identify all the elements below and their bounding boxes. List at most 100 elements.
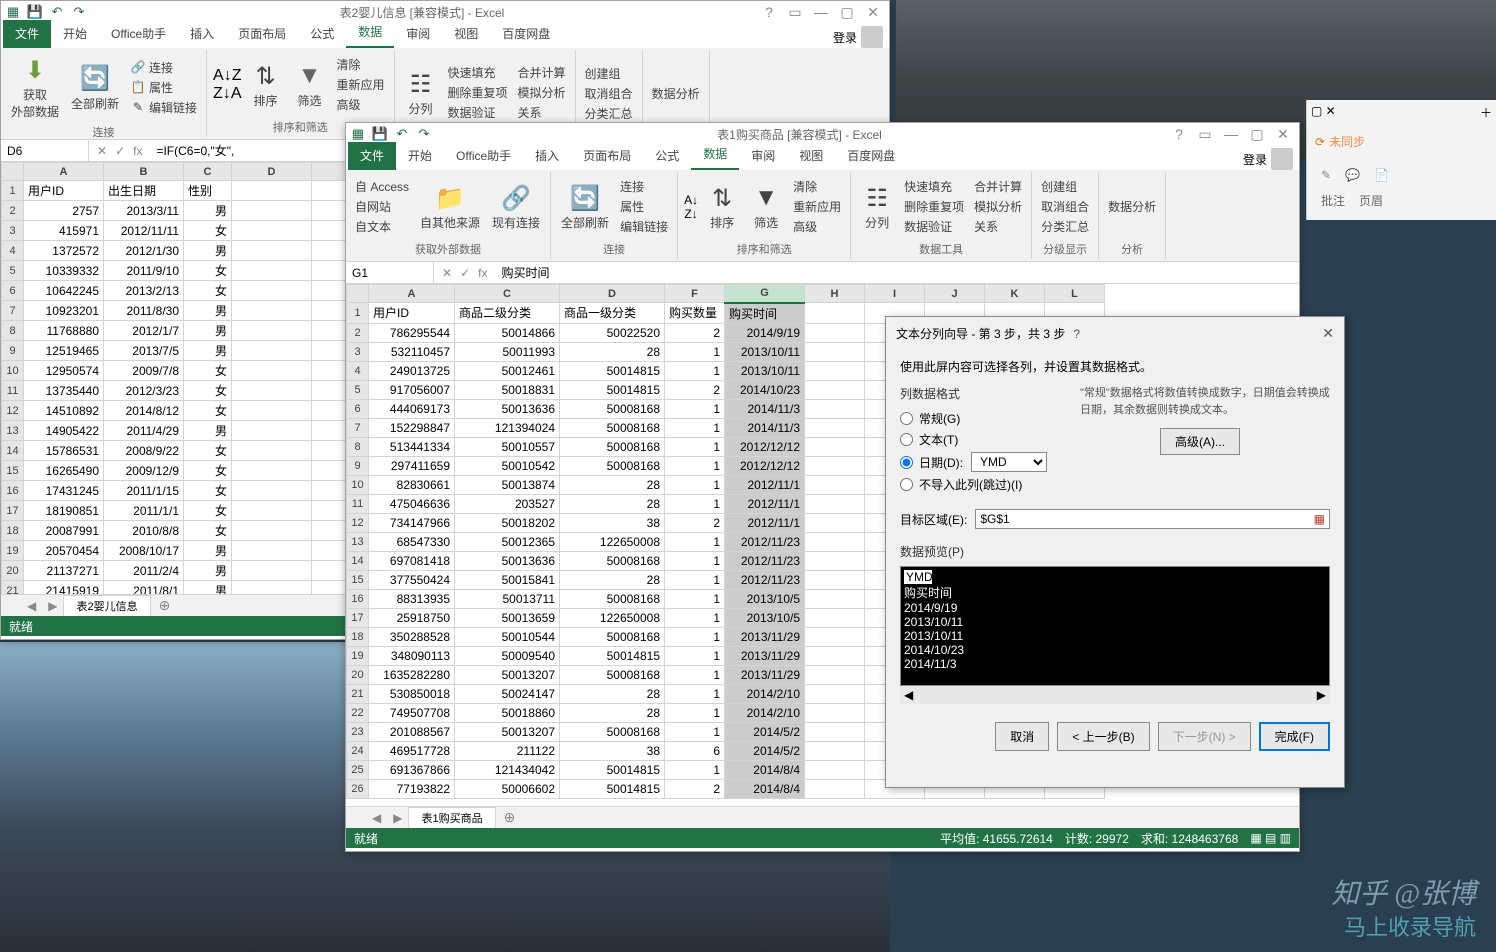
sort-za-icon[interactable]: Z↓	[684, 207, 697, 221]
finish-button[interactable]: 完成(F)	[1259, 722, 1330, 751]
data-validation-button[interactable]: 数据验证	[445, 103, 511, 123]
view-icons[interactable]: ▦ ▤ ▥	[1250, 831, 1291, 845]
consolidate-button[interactable]: 合并计算	[515, 63, 569, 83]
from-text-button[interactable]: 自文本	[352, 217, 412, 237]
advanced-button[interactable]: 高级	[790, 217, 844, 237]
maximize-icon[interactable]: ▢	[1245, 124, 1269, 144]
group-button[interactable]: 创建组	[1038, 177, 1092, 197]
nav-next-icon[interactable]: ▶	[387, 811, 408, 825]
sheet-tab[interactable]: 表2婴儿信息	[63, 595, 150, 616]
tab-baidu[interactable]: 百度网盘	[835, 142, 907, 170]
data-analysis-button[interactable]: 数据分析	[649, 84, 703, 104]
scroll-left-icon[interactable]: ◀	[904, 688, 913, 702]
close-icon[interactable]: ✕	[1322, 325, 1334, 342]
refresh-all-button[interactable]: 🔄全部刷新	[67, 61, 123, 114]
tab-start[interactable]: 开始	[396, 142, 444, 170]
advanced-button[interactable]: 高级	[334, 95, 388, 115]
add-tab-icon[interactable]: ＋	[1480, 104, 1492, 121]
login-link[interactable]: 登录	[1243, 151, 1267, 168]
fx-icon[interactable]: fx	[478, 266, 487, 280]
clear-button[interactable]: 清除	[334, 55, 388, 75]
maximize-icon[interactable]: ▢	[835, 2, 859, 22]
group-button[interactable]: 创建组	[582, 64, 636, 84]
tab-insert[interactable]: 插入	[178, 20, 226, 48]
subtotal-button[interactable]: 分类汇总	[1038, 217, 1092, 237]
add-sheet-icon[interactable]: ⊕	[496, 807, 524, 828]
avatar-icon[interactable]	[861, 26, 883, 48]
remove-duplicates-button[interactable]: 删除重复项	[445, 83, 511, 103]
tab-office[interactable]: Office助手	[444, 142, 523, 170]
properties-button[interactable]: 属性	[617, 197, 671, 217]
connections-button[interactable]: 连接	[617, 177, 671, 197]
minimize-icon[interactable]: —	[1219, 124, 1243, 144]
close-icon[interactable]: ✕	[1271, 124, 1295, 144]
consolidate-button[interactable]: 合并计算	[971, 177, 1025, 197]
nav-next-icon[interactable]: ▶	[42, 599, 63, 613]
tab-data[interactable]: 数据	[346, 18, 394, 48]
undo-icon[interactable]: ↶	[394, 126, 410, 142]
sheet-tab[interactable]: 表1购买商品	[408, 807, 495, 828]
target-input[interactable]: $G$1▦	[975, 509, 1330, 529]
cancel-button[interactable]: 取消	[995, 722, 1049, 751]
relationships-button[interactable]: 关系	[971, 217, 1025, 237]
fx-accept-icon[interactable]: ✓	[460, 266, 470, 280]
sort-az-icon[interactable]: A↓Z	[213, 67, 241, 85]
save-icon[interactable]: 💾	[372, 126, 388, 142]
flash-fill-button[interactable]: 快速填充	[901, 177, 967, 197]
range-picker-icon[interactable]: ▦	[1314, 512, 1325, 526]
relationships-button[interactable]: 关系	[515, 103, 569, 123]
radio-date[interactable]	[900, 456, 913, 469]
tab-office[interactable]: Office助手	[99, 20, 178, 48]
properties-button[interactable]: 📋属性	[127, 77, 200, 97]
close-icon[interactable]: ✕	[861, 2, 885, 22]
ribbon-toggle-icon[interactable]: ▭	[1193, 124, 1217, 144]
radio-general[interactable]	[900, 412, 913, 425]
tab-icon[interactable]: ▢ ✕	[1311, 104, 1336, 121]
login-link[interactable]: 登录	[833, 29, 857, 46]
help-icon[interactable]: ?	[757, 2, 781, 22]
avatar-icon[interactable]	[1271, 148, 1293, 170]
whatif-button[interactable]: 模拟分析	[971, 197, 1025, 217]
redo-icon[interactable]: ↷	[416, 126, 432, 142]
comment-icon[interactable]: 💬	[1345, 168, 1360, 182]
sort-az-icon[interactable]: A↓	[684, 193, 698, 207]
add-sheet-icon[interactable]: ⊕	[151, 595, 179, 616]
radio-skip[interactable]	[900, 478, 913, 491]
whatif-button[interactable]: 模拟分析	[515, 83, 569, 103]
tab-insert[interactable]: 插入	[523, 142, 571, 170]
nav-prev-icon[interactable]: ◀	[21, 599, 42, 613]
tab-view[interactable]: 视图	[787, 142, 835, 170]
flash-fill-button[interactable]: 快速填充	[445, 63, 511, 83]
ungroup-button[interactable]: 取消组合	[582, 84, 636, 104]
tab-review[interactable]: 审阅	[394, 20, 442, 48]
ungroup-button[interactable]: 取消组合	[1038, 197, 1092, 217]
date-format-select[interactable]: YMD	[971, 452, 1047, 472]
data-validation-button[interactable]: 数据验证	[901, 217, 967, 237]
nav-prev-icon[interactable]: ◀	[366, 811, 387, 825]
filter-button[interactable]: ▼筛选	[746, 180, 786, 233]
tab-view[interactable]: 视图	[442, 20, 490, 48]
get-external-data-button[interactable]: ⬇获取 外部数据	[7, 52, 63, 122]
tab-formula[interactable]: 公式	[643, 142, 691, 170]
fx-cancel-icon[interactable]: ✕	[442, 266, 452, 280]
sort-za-icon[interactable]: Z↓A	[213, 85, 241, 103]
tab-file[interactable]: 文件	[3, 20, 51, 48]
text-to-columns-button[interactable]: ☷分列	[857, 180, 897, 233]
sort-button[interactable]: ⇅排序	[246, 58, 286, 111]
refresh-all-button[interactable]: 🔄全部刷新	[557, 180, 613, 233]
sort-button[interactable]: ⇅排序	[702, 180, 742, 233]
data-analysis-button[interactable]: 数据分析	[1105, 197, 1159, 217]
existing-conn-button[interactable]: 🔗现有连接	[488, 180, 544, 233]
redo-icon[interactable]: ↷	[71, 4, 87, 20]
save-icon[interactable]: 💾	[27, 4, 43, 20]
back-button[interactable]: < 上一步(B)	[1057, 722, 1149, 751]
from-other-button[interactable]: 📁自其他来源	[416, 180, 484, 233]
text-to-columns-button[interactable]: ☷分列	[401, 66, 441, 119]
advanced-button[interactable]: 高级(A)...	[1160, 428, 1240, 455]
tab-file[interactable]: 文件	[348, 142, 396, 170]
formula-input[interactable]	[495, 265, 1299, 280]
tab-baidu[interactable]: 百度网盘	[490, 20, 562, 48]
tab-formula[interactable]: 公式	[298, 20, 346, 48]
from-access-button[interactable]: 自 Access	[352, 177, 412, 197]
edit-links-button[interactable]: 编辑链接	[617, 217, 671, 237]
